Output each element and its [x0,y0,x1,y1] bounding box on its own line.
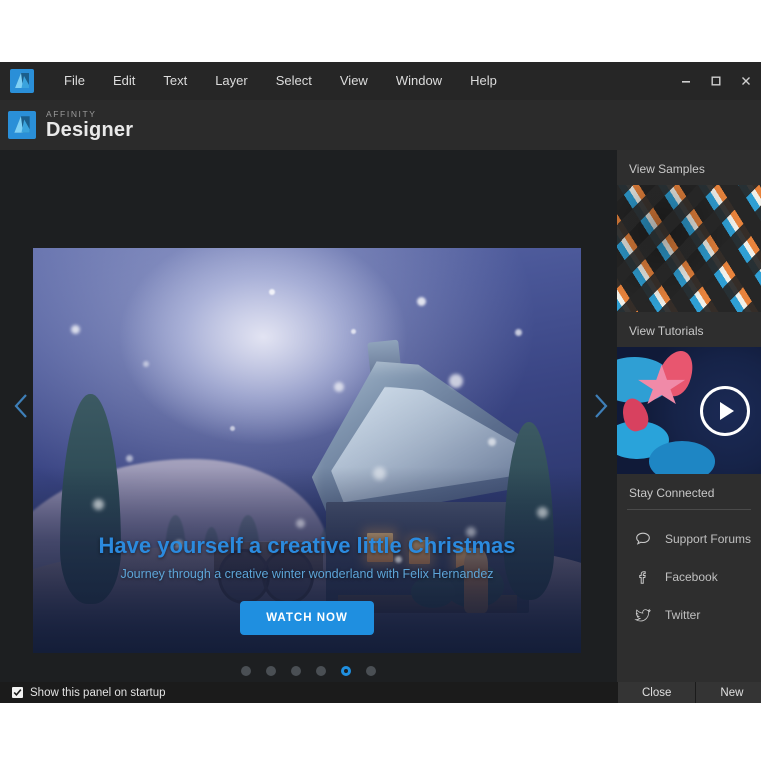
menu-item-text[interactable]: Text [149,62,201,100]
support-forums-label: Support Forums [665,532,751,546]
carousel-prev-button[interactable] [4,388,38,428]
hero-image[interactable]: Have yourself a creative little Christma… [33,248,581,653]
close-button[interactable]: Close [617,682,695,703]
view-samples-thumbnail[interactable] [617,185,761,312]
tutorial-art-shape [649,441,715,474]
chevron-left-icon [12,392,30,425]
carousel-dots [0,666,617,676]
affinity-designer-window: File Edit Text Layer Select View Window … [0,62,761,703]
carousel-subline: Journey through a creative winter wonder… [33,567,581,581]
welcome-sidebar: View Samples View Tutorials Stay Connect… [617,150,761,682]
welcome-panel: Have yourself a creative little Christma… [0,150,761,682]
carousel-next-button[interactable] [584,388,617,428]
carousel-dot-4[interactable] [316,666,326,676]
menu-item-edit[interactable]: Edit [99,62,149,100]
menu-bar: File Edit Text Layer Select View Window … [0,62,761,100]
menu-item-window[interactable]: Window [382,62,456,100]
brand-subtitle: AFFINITY [46,110,133,119]
checkbox-checked-icon [12,687,23,698]
carousel-dot-2[interactable] [266,666,276,676]
window-controls [671,62,761,100]
brand-text: AFFINITY Designer [46,110,133,141]
twitter-icon [633,605,653,625]
stay-connected-label: Stay Connected [617,474,761,509]
new-button[interactable]: New [695,682,761,703]
affinity-logo-icon [10,69,34,93]
menu-item-layer[interactable]: Layer [201,62,262,100]
maximize-icon[interactable] [701,62,731,100]
menu-item-file[interactable]: File [50,62,99,100]
carousel-dot-3[interactable] [291,666,301,676]
menu-item-help[interactable]: Help [456,62,511,100]
watch-now-button[interactable]: WATCH NOW [240,601,374,635]
facebook-label: Facebook [665,570,718,584]
carousel-dot-1[interactable] [241,666,251,676]
view-tutorials-label[interactable]: View Tutorials [617,312,761,347]
play-triangle [720,402,734,420]
twitter-link[interactable]: Twitter [617,596,761,634]
carousel: Have yourself a creative little Christma… [0,150,617,682]
footer-buttons: Close New [617,682,761,703]
view-samples-label[interactable]: View Samples [617,150,761,185]
chevron-right-icon [592,392,610,425]
view-tutorials-thumbnail[interactable] [617,347,761,474]
facebook-link[interactable]: Facebook [617,558,761,596]
carousel-headline: Have yourself a creative little Christma… [33,533,581,559]
welcome-footer: Show this panel on startup Close New [0,682,761,703]
close-icon[interactable] [731,62,761,100]
brand-header: AFFINITY Designer [0,100,761,150]
menu-item-select[interactable]: Select [262,62,326,100]
facebook-icon [633,567,653,587]
menu-item-view[interactable]: View [326,62,382,100]
show-on-startup-label: Show this panel on startup [30,687,166,699]
twitter-label: Twitter [665,608,700,622]
support-forums-link[interactable]: Support Forums [617,520,761,558]
hero-text-overlay: Have yourself a creative little Christma… [33,533,581,653]
carousel-dot-5[interactable] [341,666,351,676]
play-icon[interactable] [700,386,750,436]
carousel-dot-6[interactable] [366,666,376,676]
show-on-startup-checkbox[interactable]: Show this panel on startup [0,687,166,699]
minimize-icon[interactable] [671,62,701,100]
affinity-logo-icon [8,111,36,139]
brand-title: Designer [46,120,133,140]
speech-bubble-icon [633,529,653,549]
